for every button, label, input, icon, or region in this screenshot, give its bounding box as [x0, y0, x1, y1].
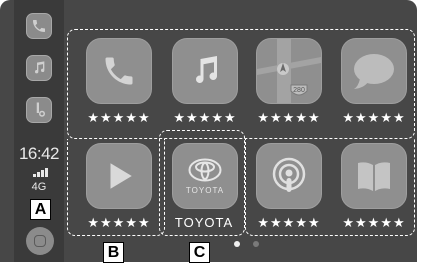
app-books[interactable]	[341, 143, 407, 209]
callout-a: A	[30, 199, 51, 220]
status-rail: 16:42 4G	[14, 0, 64, 262]
books-icon	[358, 162, 390, 191]
app-music[interactable]	[172, 38, 238, 104]
callout-b: B	[103, 242, 124, 263]
network-type: 4G	[31, 181, 47, 193]
toyota-logo-text: TOYOTA	[185, 185, 225, 195]
music-icon	[196, 56, 217, 83]
maps-icon	[36, 102, 45, 117]
phone-icon	[105, 57, 133, 85]
app-phone[interactable]	[86, 38, 152, 104]
callout-c: C	[189, 242, 210, 263]
app-maps[interactable]: 280	[256, 38, 322, 104]
carplay-screen: 16:42 4G ★★★★★ ★★★★★ 280 ★★★★★ ★★★★★ ★★★…	[0, 0, 417, 262]
messages-icon	[354, 54, 394, 89]
phone-icon	[33, 20, 45, 32]
app-label: ★★★★★	[87, 110, 151, 125]
app-label: ★★★★★	[173, 110, 237, 125]
play-icon	[110, 163, 132, 189]
rail-maps-button[interactable]	[26, 97, 52, 123]
status-time: 16:42	[18, 144, 60, 163]
app-toyota[interactable]: TOYOTA	[172, 143, 238, 209]
rail-phone-button[interactable]	[26, 13, 52, 39]
app-podcasts[interactable]	[256, 143, 322, 209]
app-label: ★★★★★	[257, 110, 321, 125]
maps-icon: 280	[257, 39, 321, 103]
rail-music-button[interactable]	[26, 55, 52, 81]
app-label: ★★★★★	[342, 215, 406, 230]
home-button[interactable]	[26, 227, 54, 255]
page-dot[interactable]	[253, 241, 259, 247]
highway-shield-number: 280	[293, 87, 305, 94]
app-label: ★★★★★	[257, 215, 321, 230]
signal-strength-icon	[33, 168, 48, 177]
app-messages[interactable]	[341, 38, 407, 104]
podcasts-icon	[272, 157, 306, 192]
music-icon	[35, 61, 45, 74]
home-square-icon	[34, 235, 46, 247]
app-label: ★★★★★	[87, 215, 151, 230]
app-videos[interactable]	[86, 143, 152, 209]
page-dot-active[interactable]	[234, 241, 240, 247]
app-label: ★★★★★	[342, 110, 406, 125]
app-label: TOYOTA	[174, 215, 234, 230]
toyota-icon	[188, 158, 222, 181]
